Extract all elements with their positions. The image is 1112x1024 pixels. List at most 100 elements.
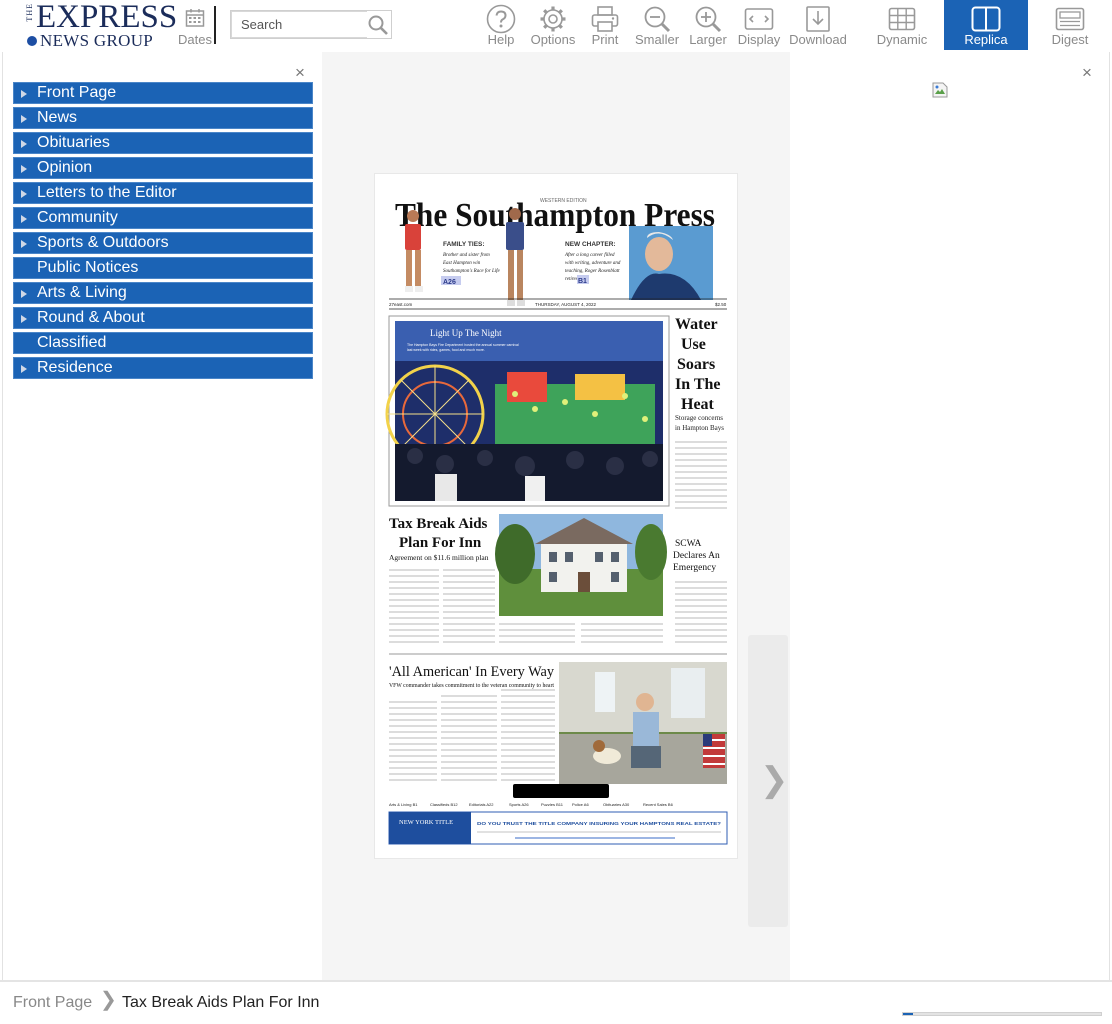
- nav-item-letters-to-the-editor[interactable]: Letters to the Editor: [13, 182, 313, 204]
- digest-view-button[interactable]: Digest: [1044, 0, 1096, 50]
- nav-item-round-about[interactable]: Round & About: [13, 307, 313, 329]
- zoom-in-icon: [695, 6, 722, 33]
- expand-arrow-icon[interactable]: [21, 240, 27, 248]
- svg-text:Emergency: Emergency: [673, 563, 716, 573]
- np-teaser-right-title: NEW CHAPTER:: [565, 241, 616, 248]
- svg-text:Classifieds B12: Classifieds B12: [430, 802, 458, 807]
- help-label: Help: [487, 32, 515, 47]
- help-button[interactable]: Help: [481, 0, 521, 50]
- svg-text:Plan For Inn: Plan For Inn: [399, 535, 482, 551]
- search-icon[interactable]: [367, 14, 389, 36]
- svg-text:Obituaries A30: Obituaries A30: [603, 802, 630, 807]
- reading-progress-bar: [902, 1012, 1102, 1016]
- print-label: Print: [591, 32, 619, 47]
- options-label: Options: [530, 32, 576, 47]
- footer-bar: Front Page ❯ Tax Break Aids Plan For Inn: [0, 982, 1112, 1024]
- nav-item-label: Round & About: [37, 309, 145, 326]
- larger-button[interactable]: Larger: [686, 0, 730, 50]
- print-button[interactable]: Print: [585, 0, 625, 50]
- np-side2-headline: SCWA Declares An Emergency: [673, 539, 720, 573]
- expand-arrow-icon[interactable]: [21, 290, 27, 298]
- np-story2-deck: Agreement on $11.6 million plan: [389, 553, 489, 562]
- expand-arrow-icon[interactable]: [21, 315, 27, 323]
- nav-item-label: Opinion: [37, 159, 93, 176]
- close-icon[interactable]: ×: [1082, 64, 1092, 81]
- smaller-button[interactable]: Smaller: [632, 0, 682, 50]
- calendar-icon: [185, 9, 205, 27]
- veteran-photo: [559, 662, 727, 784]
- display-button[interactable]: Display: [736, 0, 782, 50]
- nav-item-label: Sports & Outdoors: [37, 234, 169, 251]
- express-news-group-logo[interactable]: THE EXPRESS NEWS GROUP: [24, 0, 177, 50]
- replica-view-button[interactable]: Replica: [944, 0, 1028, 50]
- close-icon[interactable]: ×: [295, 64, 305, 81]
- larger-label: Larger: [689, 32, 727, 47]
- breadcrumb-root[interactable]: Front Page: [13, 994, 92, 1012]
- svg-text:After a long career filled: After a long career filled: [564, 253, 615, 258]
- nav-item-label: Obituaries: [37, 134, 110, 151]
- replica-label: Replica: [964, 32, 1008, 47]
- nav-item-news[interactable]: News: [13, 107, 313, 129]
- newspaper-front-page: WESTERN EDITION The Southampton Press FA…: [385, 197, 728, 845]
- download-icon: [806, 6, 830, 32]
- nav-item-sports-outdoors[interactable]: Sports & Outdoors: [13, 232, 313, 254]
- dynamic-view-button[interactable]: Dynamic: [874, 0, 930, 50]
- np-ad-brand: NEW YORK TITLE: [399, 819, 453, 826]
- nav-item-obituaries[interactable]: Obituaries: [13, 132, 313, 154]
- expand-arrow-icon[interactable]: [21, 215, 27, 223]
- expand-arrow-icon[interactable]: [21, 140, 27, 148]
- svg-text:Sports A26: Sports A26: [509, 802, 529, 807]
- download-label: Download: [789, 32, 847, 47]
- nav-item-label: News: [37, 109, 78, 126]
- dates-label: Dates: [178, 32, 212, 47]
- svg-text:Declares An: Declares An: [673, 551, 720, 561]
- nav-item-opinion[interactable]: Opinion: [13, 157, 313, 179]
- np-story2-headline: Tax Break Aids Plan For Inn: [389, 516, 488, 551]
- breadcrumb-separator-icon: ❯: [100, 989, 117, 1011]
- digest-label: Digest: [1051, 32, 1089, 47]
- nav-item-arts-living[interactable]: Arts & Living: [13, 282, 313, 304]
- toolbar: THE EXPRESS NEWS GROUP Dates Help: [0, 0, 1112, 50]
- next-page-button[interactable]: ❯: [748, 635, 789, 927]
- svg-text:teaching, Roger Rosenblatt: teaching, Roger Rosenblatt: [565, 269, 620, 274]
- nav-item-label: Front Page: [37, 84, 117, 101]
- logo-dot: [27, 36, 37, 46]
- smaller-label: Smaller: [634, 32, 680, 47]
- dates-button[interactable]: Dates: [176, 0, 214, 50]
- section-list: Front Page News Obituaries Opinion Letters t…: [13, 82, 313, 382]
- options-button[interactable]: Options: [528, 0, 578, 50]
- svg-text:Use: Use: [681, 336, 706, 353]
- search-box: [230, 10, 392, 39]
- nav-item-community[interactable]: Community: [13, 207, 313, 229]
- np-dateline-center: THURSDAY, AUGUST 4, 2022: [535, 302, 597, 307]
- expand-arrow-icon[interactable]: [21, 90, 27, 98]
- svg-text:with writing, adventure and: with writing, adventure and: [565, 261, 621, 266]
- expand-arrow-icon[interactable]: [21, 365, 27, 373]
- replica-viewer: WESTERN EDITION The Southampton Press FA…: [322, 52, 790, 980]
- inn-photo: [495, 514, 667, 616]
- nav-item-classified[interactable]: Classified: [13, 332, 313, 354]
- svg-text:Editorials A22: Editorials A22: [469, 802, 494, 807]
- nav-item-public-notices[interactable]: Public Notices: [13, 257, 313, 279]
- svg-text:Heat: Heat: [681, 396, 715, 413]
- nav-item-label: Arts & Living: [37, 284, 127, 301]
- svg-text:Storage concerns: Storage concerns: [675, 414, 723, 422]
- printer-icon: [591, 6, 619, 32]
- svg-text:SCWA: SCWA: [675, 539, 702, 549]
- runner-photo-2: [506, 208, 525, 306]
- expand-arrow-icon[interactable]: [21, 115, 27, 123]
- nav-item-label: Community: [37, 209, 118, 226]
- expand-arrow-icon[interactable]: [21, 190, 27, 198]
- download-button[interactable]: Download: [786, 0, 850, 50]
- search-input[interactable]: [231, 11, 367, 38]
- svg-text:Arts & Living B1: Arts & Living B1: [389, 802, 418, 807]
- newspaper-page[interactable]: WESTERN EDITION The Southampton Press FA…: [374, 173, 738, 859]
- reading-progress-fill: [903, 1013, 913, 1015]
- expand-arrow-icon[interactable]: [21, 165, 27, 173]
- nav-item-residence[interactable]: Residence: [13, 357, 313, 379]
- nav-item-front-page[interactable]: Front Page: [13, 82, 313, 104]
- nav-item-label: Residence: [37, 359, 113, 376]
- svg-text:Tax Break Aids: Tax Break Aids: [389, 516, 488, 532]
- np-teaser-left-title: FAMILY TIES:: [443, 241, 485, 248]
- display-icon: [744, 8, 774, 30]
